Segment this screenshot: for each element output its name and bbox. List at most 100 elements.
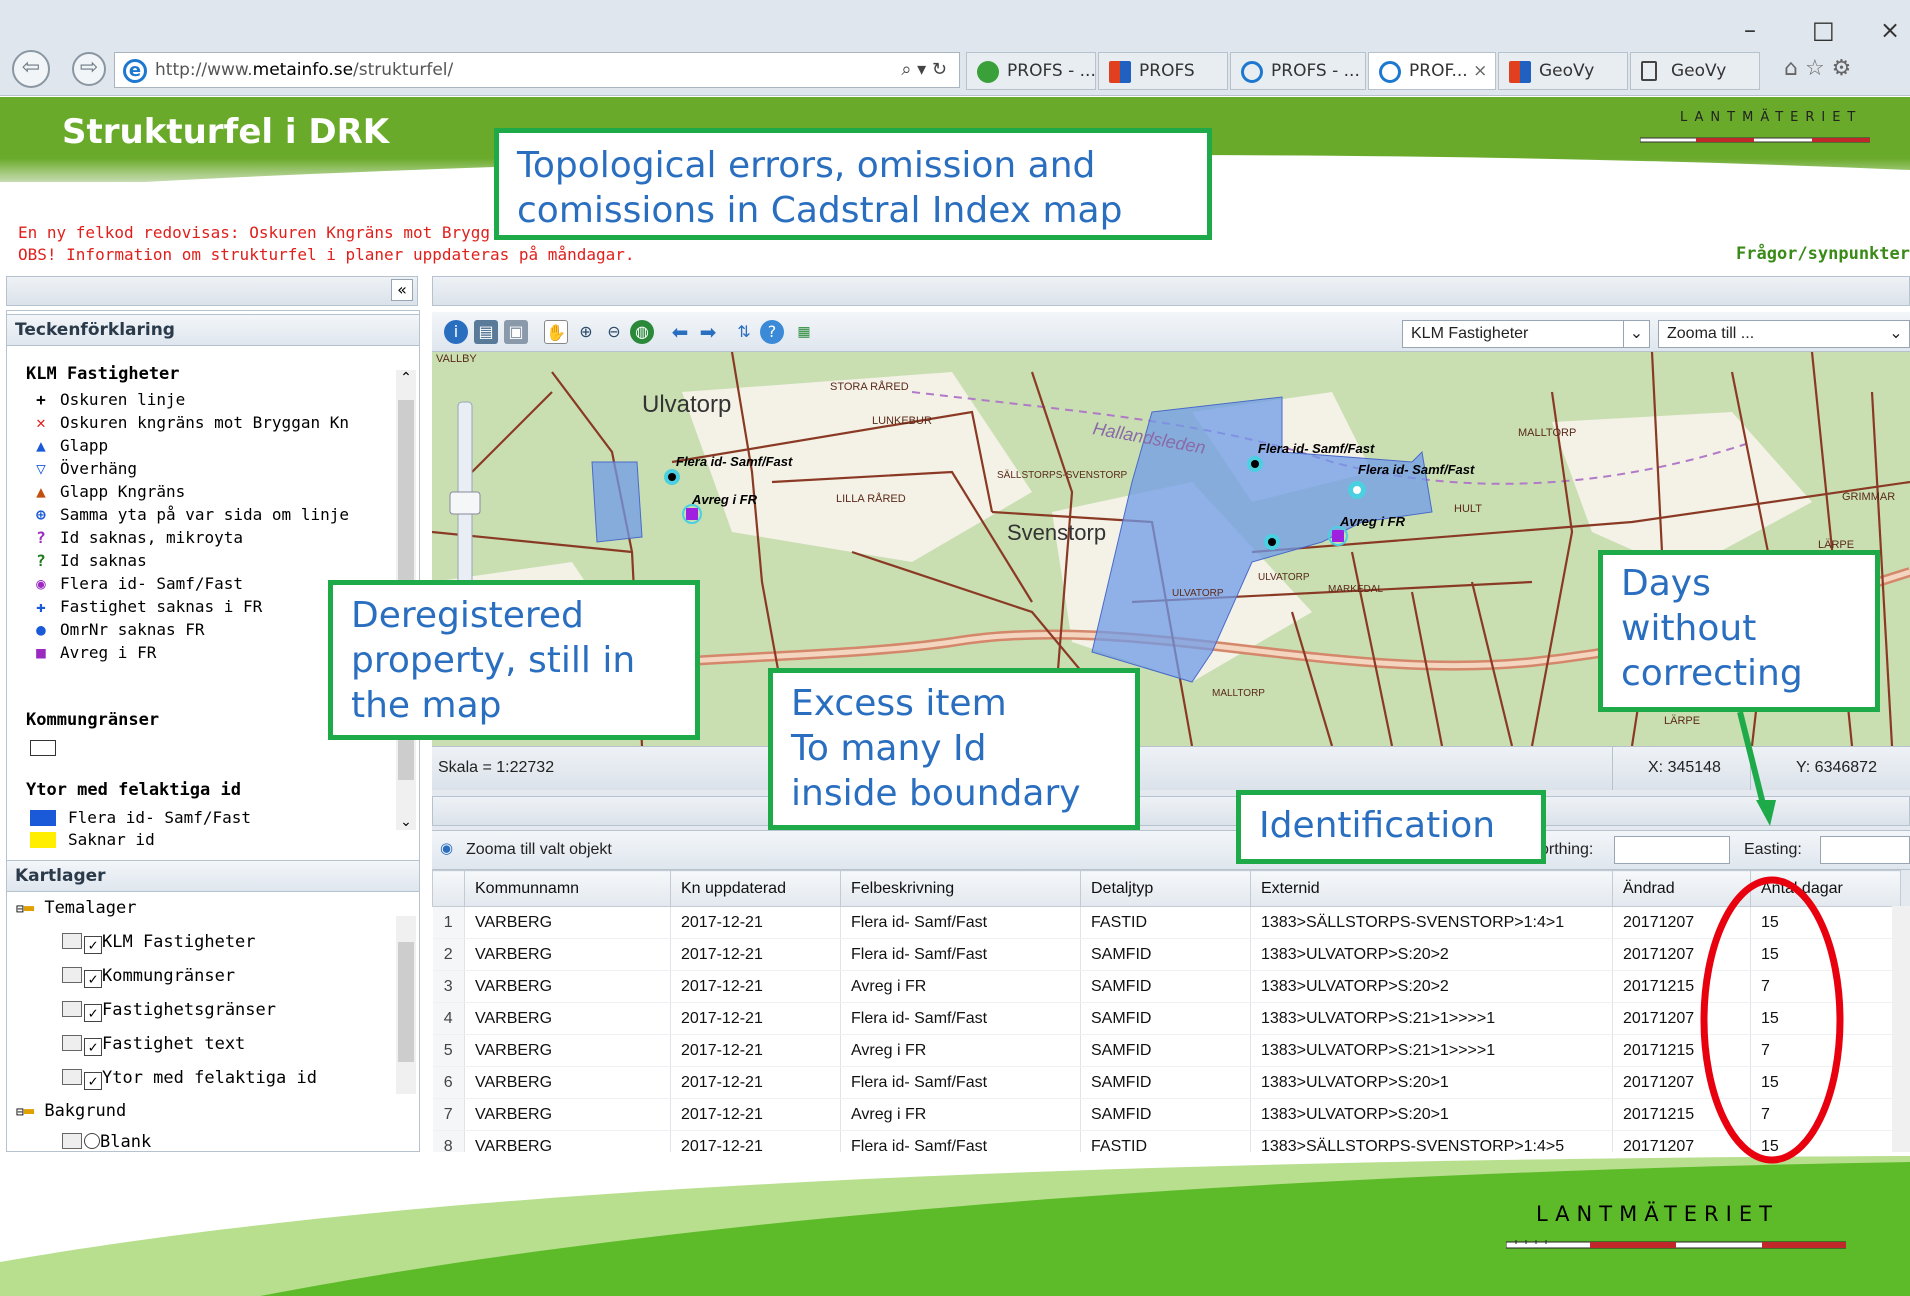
legend-header: Teckenförklaring xyxy=(6,314,420,346)
layer-group-bakgrund[interactable]: ⊟▬ Bakgrund xyxy=(16,1101,126,1121)
table-cell: VARBERG xyxy=(464,1034,671,1067)
maximize-button[interactable]: □ xyxy=(1812,16,1835,44)
select-icon[interactable]: ▣ xyxy=(504,320,528,344)
tab-2[interactable]: PROFS xyxy=(1098,52,1228,90)
layer-checkbox[interactable]: ✓ xyxy=(84,1038,102,1056)
chevron-down-icon[interactable]: ⌄ xyxy=(1623,321,1649,347)
tab-5[interactable]: GeoVy xyxy=(1498,52,1628,90)
layer-item[interactable]: Blank xyxy=(62,1132,151,1152)
home-star-gear-icons[interactable]: ⌂ ☆ ⚙ xyxy=(1784,56,1851,81)
feedback-link[interactable]: Frågor/synpunkter xyxy=(1736,244,1910,264)
layer-item[interactable]: ✓ KLM Fastigheter xyxy=(62,932,256,954)
table-row[interactable]: 3 VARBERG 2017-12-21 Avreg i FR SAMFID 1383>U… xyxy=(432,970,1901,1003)
pan-hand-icon[interactable]: ✋ xyxy=(544,320,568,344)
row-number: 6 xyxy=(432,1066,465,1099)
layer-item[interactable]: ✓ Kommungränser xyxy=(62,966,235,988)
back-button[interactable]: ⇦ xyxy=(12,50,50,88)
table-row[interactable]: 5 VARBERG 2017-12-21 Avreg i FR SAMFID 1383>U… xyxy=(432,1034,1901,1067)
layer-select[interactable]: KLM Fastigheter ⌄ xyxy=(1402,320,1650,348)
column-header[interactable]: Antal dagar xyxy=(1750,870,1901,907)
identify-icon[interactable]: ▤ xyxy=(474,320,498,344)
search-refresh-icon[interactable]: ⌕ ▾ ↻ xyxy=(901,53,947,87)
column-header[interactable]: Felbeskrivning xyxy=(840,870,1081,907)
column-header[interactable]: Kn uppdaterad xyxy=(670,870,841,907)
map-label: LÄRPE xyxy=(1664,715,1700,727)
legend-symbol-icon: ▽ xyxy=(36,459,46,478)
layer-label: Fastighetsgränser xyxy=(102,1000,276,1020)
scroll-up-icon[interactable]: ⌃ xyxy=(396,370,416,386)
collapse-left-icon[interactable]: « xyxy=(391,279,413,301)
layer-checkbox[interactable]: ✓ xyxy=(84,1072,102,1090)
minimize-button[interactable]: – xyxy=(1744,16,1756,44)
table-cell: 2017-12-21 xyxy=(670,1098,841,1131)
close-tab-icon[interactable]: × xyxy=(1473,61,1487,81)
legend-symbol-icon: ▲ xyxy=(36,436,46,455)
column-header[interactable]: Kommunnamn xyxy=(464,870,671,907)
layer-checkbox[interactable]: ✓ xyxy=(84,970,102,988)
table-cell: 7 xyxy=(1750,1034,1901,1067)
table-row[interactable]: 7 VARBERG 2017-12-21 Avreg i FR SAMFID 1383>U… xyxy=(432,1098,1901,1131)
table-cell: 15 xyxy=(1750,906,1901,939)
tab-6[interactable]: GeoVy xyxy=(1630,52,1760,90)
tab-1[interactable]: PROFS - ... xyxy=(966,52,1096,90)
table-cell: SAMFID xyxy=(1080,1002,1251,1035)
url-path: /strukturfel/ xyxy=(353,60,454,80)
callout-text: correcting xyxy=(1621,653,1803,694)
radio-icon[interactable] xyxy=(84,1133,100,1149)
column-header[interactable] xyxy=(432,870,465,907)
layer-item[interactable]: ✓ Fastighet text xyxy=(62,1034,245,1056)
close-window-button[interactable]: × xyxy=(1880,16,1900,44)
table-cell: Flera id- Samf/Fast xyxy=(840,938,1081,971)
table-row[interactable]: 4 VARBERG 2017-12-21 Flera id- Samf/Fast SAM… xyxy=(432,1002,1901,1035)
table-scrollbar[interactable] xyxy=(1892,906,1910,1152)
table-row[interactable]: 6 VARBERG 2017-12-21 Flera id- Samf/Fast SAM… xyxy=(432,1066,1901,1099)
info-icon[interactable]: i xyxy=(444,320,468,344)
table-cell: 20171215 xyxy=(1612,970,1751,1003)
table-cell: 7 xyxy=(1750,970,1901,1003)
callout-text: Deregistered xyxy=(351,595,584,636)
back-extent-icon[interactable]: ⬅ xyxy=(668,320,692,344)
column-header[interactable]: Externid xyxy=(1250,870,1613,907)
forward-button[interactable]: ⇨ xyxy=(72,52,106,86)
table-cell: 15 xyxy=(1750,938,1901,971)
table-header-row: Kommunnamn Kn uppdaterad Felbeskrivning Det… xyxy=(432,870,1901,907)
layer-group-temalager[interactable]: ⊟▬ Temalager xyxy=(16,898,136,918)
column-header[interactable]: Ändrad xyxy=(1612,870,1751,907)
map-label: GRIMMAR xyxy=(1842,491,1895,503)
scroll-down-icon[interactable]: ⌄ xyxy=(396,814,416,830)
export-icon[interactable]: ▦ xyxy=(792,320,816,344)
zoom-in-icon[interactable]: ⊕ xyxy=(574,320,598,344)
zoom-to-object-button[interactable]: Zooma till valt objekt xyxy=(466,841,612,859)
scroll-thumb[interactable] xyxy=(398,942,414,1062)
layer-item[interactable]: ✓ Fastighetsgränser xyxy=(62,1000,276,1022)
layer-checkbox[interactable]: ✓ xyxy=(84,936,102,954)
chevron-down-icon[interactable]: ⌄ xyxy=(1883,321,1909,347)
table-cell: VARBERG xyxy=(464,1066,671,1099)
layers-header: Kartlager xyxy=(6,860,420,892)
globe-icon[interactable]: ◍ xyxy=(630,320,654,344)
northing-input[interactable] xyxy=(1614,836,1730,864)
profs-icon xyxy=(977,61,999,83)
layers-scrollbar[interactable] xyxy=(396,916,416,1094)
table-cell: 2017-12-21 xyxy=(670,1066,841,1099)
column-header[interactable]: Detaljtyp xyxy=(1080,870,1251,907)
layer-checkbox[interactable]: ✓ xyxy=(84,1004,102,1022)
map-label: Ulvatorp xyxy=(642,391,731,418)
zoom-out-icon[interactable]: ⊖ xyxy=(602,320,626,344)
help-icon[interactable]: ? xyxy=(760,320,784,344)
tab-3[interactable]: PROFS - ... xyxy=(1230,52,1366,90)
table-cell: Flera id- Samf/Fast xyxy=(840,1002,1081,1035)
easting-input[interactable] xyxy=(1820,836,1910,864)
forward-extent-icon[interactable]: ➡ xyxy=(696,320,720,344)
layer-item[interactable]: ✓ Ytor med felaktiga id xyxy=(62,1068,317,1090)
group-label: Temalager xyxy=(44,898,137,918)
left-collapse-bar: « xyxy=(6,276,418,306)
address-bar[interactable]: e http://www.metainfo.se/strukturfel/ ⌕ … xyxy=(114,52,960,88)
tab-4-active[interactable]: PROF... × xyxy=(1368,52,1496,90)
table-row[interactable]: 2 VARBERG 2017-12-21 Flera id- Samf/Fast SAM… xyxy=(432,938,1901,971)
error-label: Flera id- Samf/Fast xyxy=(1358,462,1475,477)
table-row[interactable]: 1 VARBERG 2017-12-21 Flera id- Samf/Fast FAS… xyxy=(432,906,1901,939)
banner-brand: LANTMÄTERIET xyxy=(1680,110,1863,125)
zoom-select[interactable]: Zooma till ... ⌄ xyxy=(1658,320,1910,348)
refresh-icon[interactable]: ⇅ xyxy=(732,320,756,344)
